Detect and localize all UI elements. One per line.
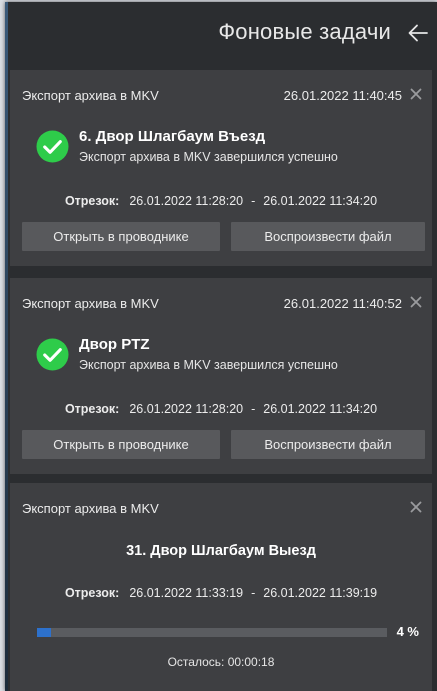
segment-start: 26.01.2022 11:28:20 — [129, 194, 244, 208]
progress-bar — [37, 628, 387, 637]
segment-separator: - — [251, 194, 256, 208]
close-icon[interactable] — [408, 499, 424, 515]
panel-title: Фоновые задачи — [218, 19, 391, 44]
segment-end: 26.01.2022 11:39:19 — [263, 586, 378, 600]
segment-start: 26.01.2022 11:33:19 — [129, 586, 244, 600]
open-in-explorer-button[interactable]: Открыть в проводнике — [22, 430, 220, 459]
background-tasks-panel: Фоновые задачи Экспорт архива в MKV 26.0… — [5, 2, 437, 691]
job-status: Экспорт архива в MKV завершился успешно — [79, 150, 338, 164]
progress-percent: 4 % — [396, 624, 419, 639]
segment-separator: - — [251, 586, 256, 600]
play-file-button[interactable]: Воспроизвести файл — [231, 222, 425, 251]
time-segment: Отрезок: 26.01.2022 11:33:19-26.01.2022 1… — [10, 586, 432, 600]
time-segment: Отрезок: 26.01.2022 11:28:20-26.01.2022 1… — [10, 194, 432, 208]
close-icon[interactable] — [408, 86, 424, 102]
close-icon[interactable] — [408, 294, 424, 310]
job-name: 6. Двор Шлагбаум Въезд — [79, 128, 266, 145]
time-remaining: Осталось: 00:00:18 — [167, 655, 275, 669]
task-card: Экспорт архива в MKV 26.01.2022 11:40:52… — [10, 278, 432, 474]
back-arrow-icon[interactable] — [405, 20, 431, 46]
job-name: 31. Двор Шлагбаум Выезд — [126, 543, 316, 559]
task-title: Экспорт архива в MKV — [22, 296, 159, 311]
task-title: Экспорт архива в MKV — [22, 501, 159, 516]
check-circle-icon — [36, 338, 69, 371]
task-card: Экспорт архива в MKV 31. Двор Шлагбаум В… — [10, 483, 432, 691]
segment-start: 26.01.2022 11:28:20 — [129, 402, 244, 416]
job-name: Двор PTZ — [79, 336, 150, 353]
task-time: 26.01.2022 11:40:52 — [283, 296, 402, 311]
segment-end: 26.01.2022 11:34:20 — [263, 194, 378, 208]
time-segment: Отрезок: 26.01.2022 11:28:20-26.01.2022 1… — [10, 402, 432, 416]
segment-label: Отрезок: — [64, 402, 120, 416]
panel-header: Фоновые задачи — [5, 2, 437, 66]
open-in-explorer-button[interactable]: Открыть в проводнике — [22, 222, 220, 251]
play-file-button[interactable]: Воспроизвести файл — [231, 430, 425, 459]
segment-end: 26.01.2022 11:34:20 — [263, 402, 378, 416]
job-status: Экспорт архива в MKV завершился успешно — [79, 358, 338, 372]
check-circle-icon — [36, 130, 69, 163]
segment-label: Отрезок: — [64, 586, 120, 600]
task-time: 26.01.2022 11:40:45 — [283, 88, 402, 103]
task-title: Экспорт архива в MKV — [22, 88, 159, 103]
task-card: Экспорт архива в MKV 26.01.2022 11:40:45… — [10, 70, 432, 266]
segment-separator: - — [251, 402, 256, 416]
progress-fill — [37, 628, 51, 637]
segment-label: Отрезок: — [64, 194, 120, 208]
